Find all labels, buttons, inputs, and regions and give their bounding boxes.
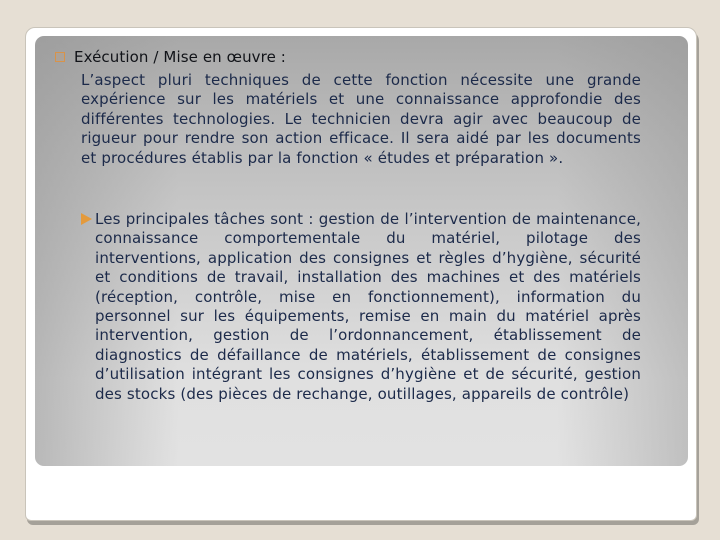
content-panel: Exécution / Mise en œuvre : L’aspect plu… [35,36,688,466]
section-heading: Exécution / Mise en œuvre : [74,48,286,66]
slide-content: Exécution / Mise en œuvre : L’aspect plu… [35,36,688,466]
heading-bullet-item: Exécution / Mise en œuvre : [55,48,286,66]
intro-paragraph: L’aspect pluri techniques de cette fonct… [81,71,641,167]
arrow-bullet-icon [81,213,92,225]
slide-card: Exécution / Mise en œuvre : L’aspect plu… [25,27,697,521]
square-bullet-icon [55,52,65,62]
sub-bullet-item: Les principales tâches sont : gestion de… [81,210,641,404]
tasks-paragraph: Les principales tâches sont : gestion de… [95,210,641,403]
